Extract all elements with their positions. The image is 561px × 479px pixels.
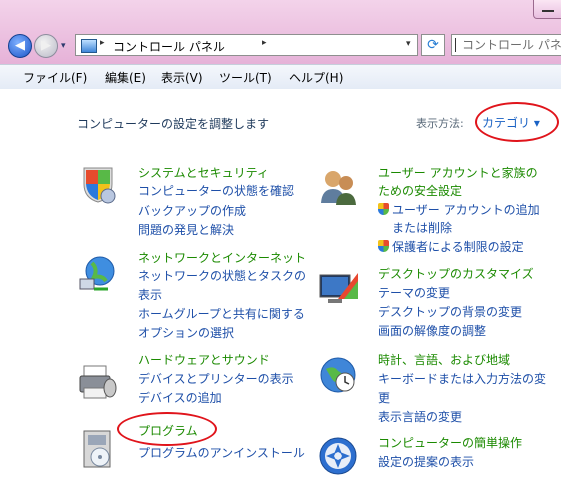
shield-icon[interactable] bbox=[78, 164, 118, 204]
address-bar[interactable]: ▸ コントロール パネル ▸ ▾ bbox=[75, 34, 418, 56]
highlight-ring-view-by bbox=[475, 102, 559, 142]
breadcrumb-separator-end[interactable]: ▸ bbox=[262, 38, 267, 48]
back-button[interactable]: ◀ bbox=[8, 34, 32, 58]
link-change-keyboard-input[interactable]: キーボードまたは入力方法の変 bbox=[378, 370, 546, 387]
window-chrome: ◀ ▶ ▾ ▸ コントロール パネル ▸ ▾ ⟳ コントロール パネ bbox=[0, 0, 561, 64]
page-title: コンピューターの設定を調整します bbox=[77, 117, 270, 131]
programs-icon[interactable] bbox=[78, 429, 118, 469]
category-appearance[interactable]: デスクトップのカスタマイズ bbox=[378, 265, 534, 282]
control-panel-icon bbox=[81, 39, 97, 53]
link-uninstall-program[interactable]: プログラムのアンインストール bbox=[138, 444, 305, 461]
users-icon[interactable] bbox=[318, 167, 358, 207]
link-let-windows-suggest[interactable]: 設定の提案の表示 bbox=[378, 453, 474, 470]
category-user-accounts-cont[interactable]: ための安全設定 bbox=[378, 182, 462, 199]
forward-button[interactable]: ▶ bbox=[34, 34, 58, 58]
menu-edit[interactable]: 編集(E) bbox=[105, 69, 146, 86]
recent-pages-dropdown[interactable]: ▾ bbox=[61, 41, 66, 51]
link-network-status-tasks[interactable]: ネットワークの状態とタスクの bbox=[138, 267, 306, 284]
category-ease-of-access[interactable]: コンピューターの簡単操作 bbox=[378, 434, 522, 451]
minimize-button[interactable] bbox=[533, 0, 561, 19]
link-adjust-resolution[interactable]: 画面の解像度の調整 bbox=[378, 322, 486, 339]
address-dropdown-icon[interactable]: ▾ bbox=[406, 39, 411, 49]
menu-tools[interactable]: ツール(T) bbox=[219, 69, 272, 86]
control-panel-content: コンピューターの設定を調整します 表示方法: カテゴリ ▾ システムとセキュリテ… bbox=[0, 89, 561, 476]
link-change-theme[interactable]: テーマの変更 bbox=[378, 284, 450, 301]
category-clock-language-region[interactable]: 時計、言語、および地域 bbox=[378, 351, 510, 368]
network-icon[interactable] bbox=[78, 255, 118, 295]
menu-help[interactable]: ヘルプ(H) bbox=[289, 69, 343, 86]
ease-of-access-icon[interactable] bbox=[318, 436, 358, 476]
printer-icon[interactable] bbox=[78, 362, 118, 402]
search-input[interactable]: コントロール パネ bbox=[451, 34, 561, 56]
breadcrumb-separator[interactable]: ▸ bbox=[100, 38, 105, 48]
link-change-desktop-background[interactable]: デスクトップの背景の変更 bbox=[378, 303, 522, 320]
back-arrow-icon: ◀ bbox=[15, 38, 25, 53]
highlight-ring-programs bbox=[117, 412, 217, 446]
category-user-accounts[interactable]: ユーザー アカウントと家族の bbox=[378, 164, 538, 181]
forward-arrow-icon: ▶ bbox=[41, 38, 51, 53]
link-change-keyboard-input-cont[interactable]: 更 bbox=[378, 389, 390, 406]
globe-clock-icon[interactable] bbox=[318, 355, 358, 395]
link-network-status-tasks-cont[interactable]: 表示 bbox=[138, 286, 162, 303]
menu-file[interactable]: ファイル(F) bbox=[23, 69, 87, 86]
link-parental-controls[interactable]: 保護者による制限の設定 bbox=[378, 238, 524, 255]
link-add-remove-user[interactable]: ユーザー アカウントの追加 bbox=[378, 201, 540, 218]
link-add-remove-user-cont[interactable]: または削除 bbox=[392, 219, 452, 236]
breadcrumb-control-panel[interactable]: コントロール パネル bbox=[113, 38, 225, 55]
display-icon[interactable] bbox=[318, 269, 358, 309]
refresh-button[interactable]: ⟳ bbox=[421, 34, 445, 56]
uac-shield-icon bbox=[378, 203, 389, 215]
link-devices-printers[interactable]: デバイスとプリンターの表示 bbox=[138, 370, 294, 387]
view-by-label: 表示方法: bbox=[416, 117, 464, 130]
category-hardware-sound[interactable]: ハードウェアとサウンド bbox=[138, 351, 270, 368]
link-parental-controls-label: 保護者による制限の設定 bbox=[392, 240, 524, 254]
link-create-backup[interactable]: バックアップの作成 bbox=[138, 202, 246, 219]
category-system-security[interactable]: システムとセキュリティ bbox=[138, 164, 269, 181]
menu-view[interactable]: 表示(V) bbox=[161, 69, 203, 86]
link-add-device[interactable]: デバイスの追加 bbox=[138, 389, 222, 406]
link-homegroup-sharing[interactable]: ホームグループと共有に関する bbox=[138, 305, 305, 322]
uac-shield-icon bbox=[378, 240, 389, 252]
menu-bar: ファイル(F) 編集(E) 表示(V) ツール(T) ヘルプ(H) bbox=[0, 64, 561, 90]
link-find-fix-problems[interactable]: 問題の発見と解決 bbox=[138, 221, 234, 238]
link-change-display-language[interactable]: 表示言語の変更 bbox=[378, 408, 462, 425]
link-check-computer-status[interactable]: コンピューターの状態を確認 bbox=[138, 182, 294, 199]
minimize-icon bbox=[542, 10, 554, 12]
refresh-icon: ⟳ bbox=[427, 37, 439, 53]
link-homegroup-sharing-cont[interactable]: オプションの選択 bbox=[138, 324, 234, 341]
category-network-internet[interactable]: ネットワークとインターネット bbox=[138, 249, 306, 266]
link-add-remove-user-label: ユーザー アカウントの追加 bbox=[392, 203, 540, 217]
